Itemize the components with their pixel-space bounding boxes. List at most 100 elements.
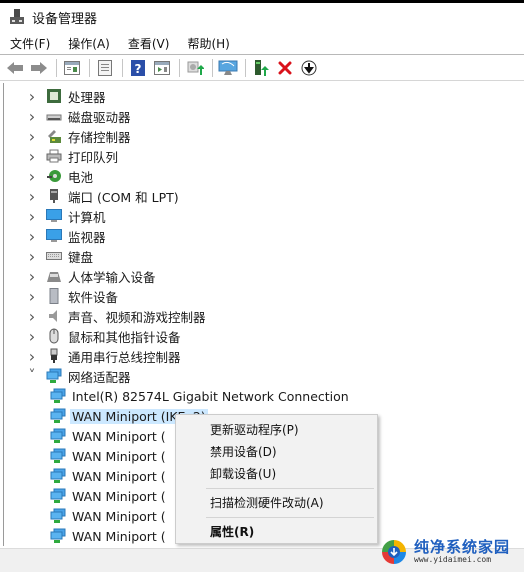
context-menu-update-driver[interactable]: 更新驱动程序(P) [176, 418, 377, 440]
device-manager-icon [8, 8, 26, 26]
tree-category-port[interactable]: › 端口 (COM 和 LPT) [26, 186, 181, 206]
menu-view[interactable]: 查看(V) [118, 35, 178, 52]
chevron-right-icon[interactable]: › [26, 106, 38, 126]
tree-device-label: Intel(R) 82574L Gigabit Network Connecti… [72, 388, 349, 404]
tree-device-network-adapter[interactable]: WAN Miniport ( [50, 466, 168, 486]
chevron-right-icon[interactable]: › [26, 86, 38, 106]
tree-category-label: 鼠标和其他指针设备 [68, 329, 181, 345]
menu-action[interactable]: 操作(A) [58, 35, 118, 52]
network-adapter-icon [50, 468, 66, 484]
disable-device-button[interactable] [298, 57, 320, 79]
tree-category-monitor[interactable]: › 监视器 [26, 226, 108, 246]
tree-category-usb[interactable]: › 通用串行总线控制器 [26, 346, 183, 366]
show-action-pane-icon [154, 61, 170, 75]
network-adapter-icon [50, 528, 66, 544]
toolbar-separator [212, 59, 213, 77]
toolbar-separator [122, 59, 123, 77]
tree-category-label: 处理器 [68, 89, 106, 105]
help-icon: ? [131, 60, 145, 76]
tree-device-network-adapter[interactable]: WAN Miniport ( [50, 506, 168, 526]
tree-device-network-adapter[interactable]: WAN Miniport ( [50, 426, 168, 446]
window-title: 设备管理器 [32, 11, 98, 27]
tree-device-label: WAN Miniport ( [72, 528, 166, 544]
printer-icon [46, 148, 62, 164]
tree-category-disk-drive[interactable]: › 磁盘驱动器 [26, 106, 133, 126]
show-action-pane-button[interactable] [151, 57, 173, 79]
update-driver-button[interactable] [184, 57, 206, 79]
network-adapter-icon [50, 508, 66, 524]
chevron-right-icon[interactable]: › [26, 326, 38, 346]
tree-category-label: 软件设备 [68, 289, 119, 305]
computer-icon [46, 208, 62, 224]
context-menu-properties[interactable]: 属性(R) [176, 520, 377, 542]
svg-text:?: ? [135, 62, 142, 76]
chevron-right-icon[interactable]: › [26, 226, 38, 246]
toolbar-separator [56, 59, 57, 77]
tree-category-label: 键盘 [68, 249, 94, 265]
menu-file[interactable]: 文件(F) [0, 35, 58, 52]
context-menu-uninstall-device[interactable]: 卸载设备(U) [176, 462, 377, 484]
monitor-icon [46, 228, 62, 244]
disable-device-icon [301, 60, 317, 76]
chevron-right-icon[interactable]: › [26, 206, 38, 226]
tree-category-hid[interactable]: › 人体学输入设备 [26, 266, 158, 286]
tree-device-network-adapter[interactable]: WAN Miniport ( [50, 446, 168, 466]
back-button[interactable] [4, 57, 26, 79]
chevron-right-icon[interactable]: › [26, 186, 38, 206]
tree-category-battery[interactable]: › 电池 [26, 166, 95, 186]
uninstall-device-button[interactable] [274, 57, 296, 79]
tree-category-printer[interactable]: › 打印队列 [26, 146, 120, 166]
chevron-right-icon[interactable]: › [26, 306, 38, 326]
tree-category-storage-controller[interactable]: › 存储控制器 [26, 126, 133, 146]
tree-category-computer[interactable]: › 计算机 [26, 206, 108, 226]
tree-category-mouse[interactable]: › 鼠标和其他指针设备 [26, 326, 183, 346]
context-menu-scan-hardware[interactable]: 扫描检测硬件改动(A) [176, 491, 377, 513]
chevron-right-icon[interactable]: › [26, 286, 38, 306]
forward-button[interactable] [28, 57, 50, 79]
menubar-divider [0, 54, 524, 55]
forward-arrow-icon [31, 62, 47, 74]
scan-hardware-button[interactable] [217, 57, 239, 79]
battery-icon [46, 168, 62, 184]
chevron-right-icon[interactable]: › [26, 166, 38, 186]
tree-category-software-device[interactable]: › 软件设备 [26, 286, 120, 306]
tree-device-network-adapter[interactable]: WAN Miniport ( [50, 526, 168, 546]
tree-device-network-adapter[interactable]: Intel(R) 82574L Gigabit Network Connecti… [50, 386, 351, 406]
chevron-down-icon[interactable]: ˅ [26, 366, 38, 386]
chevron-right-icon[interactable]: › [26, 346, 38, 366]
show-hide-console-tree-icon [64, 61, 80, 75]
show-hide-console-tree-button[interactable] [61, 57, 83, 79]
tree-category-keyboard[interactable]: › 键盘 [26, 246, 95, 266]
tree-category-network-adapter[interactable]: ˅ 网络适配器 [26, 366, 133, 386]
context-menu-separator [206, 488, 374, 489]
watermark: 纯净系统家园 www.yidaimei.com [380, 535, 524, 569]
tree-category-label: 通用串行总线控制器 [68, 349, 181, 365]
tree-category-processor[interactable]: › 处理器 [26, 86, 108, 106]
help-button[interactable]: ? [127, 57, 149, 79]
network-adapter-icon [50, 428, 66, 444]
title-bar: 设备管理器 [0, 3, 524, 31]
tree-device-network-adapter[interactable]: WAN Miniport ( [50, 486, 168, 506]
enable-device-button[interactable] [250, 57, 272, 79]
context-menu-disable-device[interactable]: 禁用设备(D) [176, 440, 377, 462]
menu-help[interactable]: 帮助(H) [177, 35, 237, 52]
tree-category-label: 打印队列 [68, 149, 119, 165]
update-driver-icon [187, 61, 204, 75]
properties-icon [98, 60, 112, 76]
chevron-right-icon[interactable]: › [26, 266, 38, 286]
toolbar-separator [245, 59, 246, 77]
tree-category-speaker[interactable]: › 声音、视频和游戏控制器 [26, 306, 208, 326]
device-manager-window: 设备管理器 文件(F) 操作(A) 查看(V) 帮助(H) ? › 处理器 › … [0, 0, 524, 572]
chevron-right-icon[interactable]: › [26, 126, 38, 146]
menu-bar: 文件(F) 操作(A) 查看(V) 帮助(H) [0, 32, 524, 54]
disk-drive-icon [46, 108, 62, 124]
chevron-right-icon[interactable]: › [26, 246, 38, 266]
tree-category-label: 端口 (COM 和 LPT) [68, 189, 179, 205]
tree-device-label: WAN Miniport ( [72, 468, 166, 484]
chevron-right-icon[interactable]: › [26, 146, 38, 166]
tree-category-label: 监视器 [68, 229, 106, 245]
properties-button[interactable] [94, 57, 116, 79]
keyboard-icon [46, 248, 62, 264]
watermark-logo-icon [380, 538, 408, 566]
tree-category-label: 存储控制器 [68, 129, 131, 145]
